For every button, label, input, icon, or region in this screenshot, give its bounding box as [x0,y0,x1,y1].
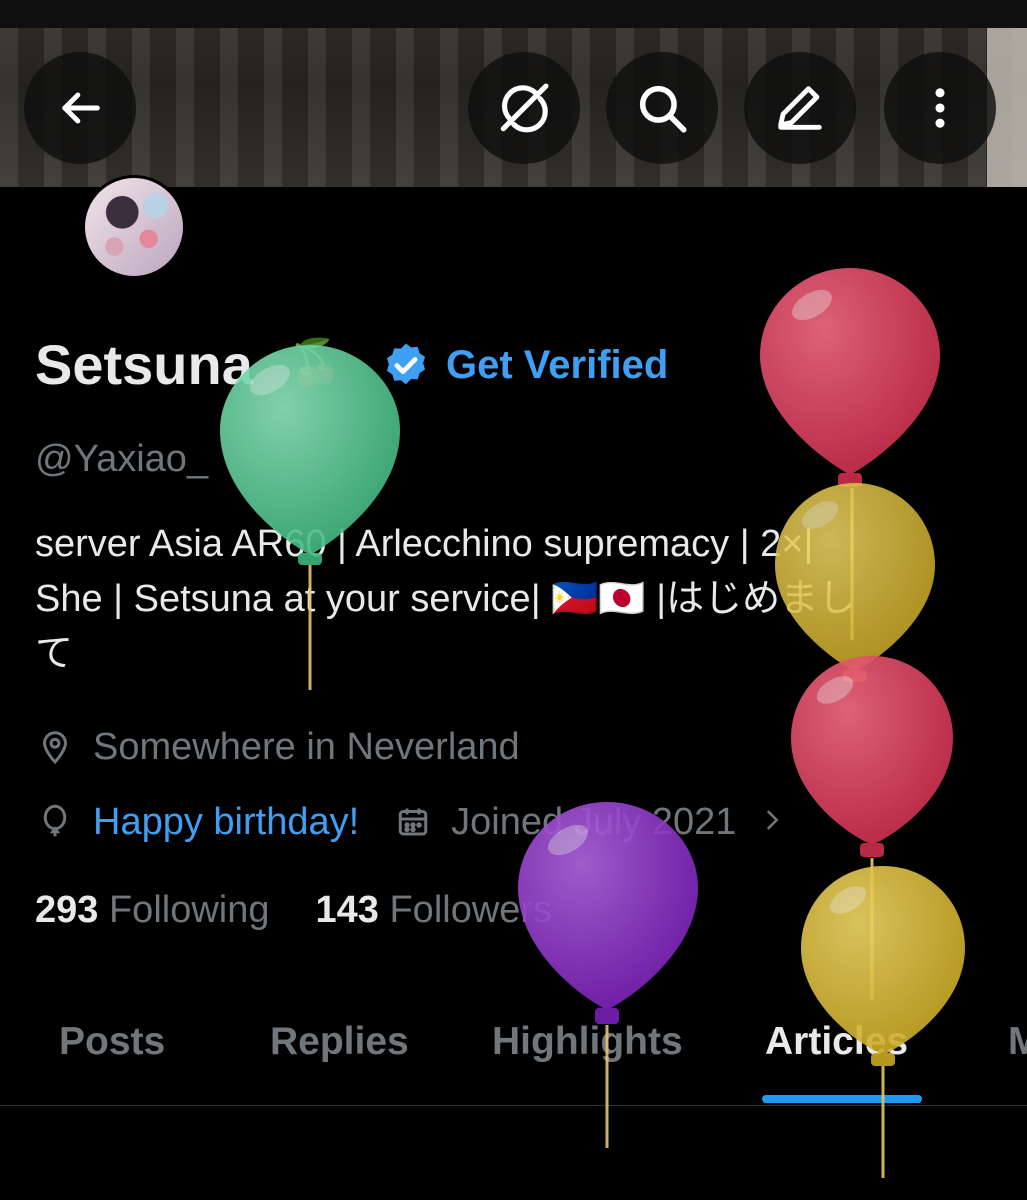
balloon-red-lower [791,656,953,1000]
search-icon [639,85,687,133]
balloon-icon [35,802,75,842]
active-tab-indicator [762,1095,922,1103]
tab-posts[interactable]: Posts [59,1017,165,1067]
chevron-right-icon[interactable] [758,797,786,847]
grok-button[interactable] [468,52,580,164]
tabs-divider [0,1105,1027,1106]
bio-line: て [35,633,74,675]
location-pin-icon [35,727,75,767]
bio: server Asia AR60 | Arlecchino supremacy … [35,517,995,682]
get-verified-link[interactable]: Get Verified [446,340,668,390]
tab-highlights[interactable]: Highlights [492,1017,683,1067]
joined-date: Joined July 2021 [451,801,737,843]
grok-icon [500,83,549,133]
tab-media[interactable]: M [1008,1017,1027,1067]
search-button[interactable] [606,52,718,164]
back-arrow-icon [62,92,100,124]
followers-count: 143 [315,889,379,931]
avatar[interactable] [82,175,186,279]
balloon-purple [518,802,698,1148]
followers-stat[interactable]: 143 Followers [316,885,553,935]
follow-stats: 293 Following 143 Followers [35,885,552,935]
more-button[interactable] [884,52,996,164]
birthday-joined-row: Happy birthday! Joined July 2021 [35,797,786,847]
tab-articles[interactable]: Articles [765,1017,908,1067]
tab-replies[interactable]: Replies [270,1017,409,1067]
back-button[interactable] [24,52,136,164]
display-name: Setsuna [35,333,253,396]
user-handle: @Yaxiao_ [35,438,209,480]
location-text: Somewhere in Neverland [93,726,520,768]
edit-icon [778,86,822,130]
location-row: Somewhere in Neverland [35,722,520,772]
bio-line: She | Setsuna at your service| 🇵🇭🇯🇵 |はじめ… [35,578,857,620]
birthday-link[interactable]: Happy birthday! [93,797,359,847]
edit-button[interactable] [744,52,856,164]
more-vertical-icon [935,88,945,128]
name-emoji: 🍒 [288,338,343,387]
following-stat[interactable]: 293 Following [35,885,270,935]
verified-badge-icon[interactable] [380,340,432,397]
following-count: 293 [35,889,99,931]
calendar-icon [393,802,433,842]
following-label: Following [108,889,270,931]
bio-line: server Asia AR60 | Arlecchino supremacy … [35,523,814,565]
followers-label: Followers [389,889,553,931]
